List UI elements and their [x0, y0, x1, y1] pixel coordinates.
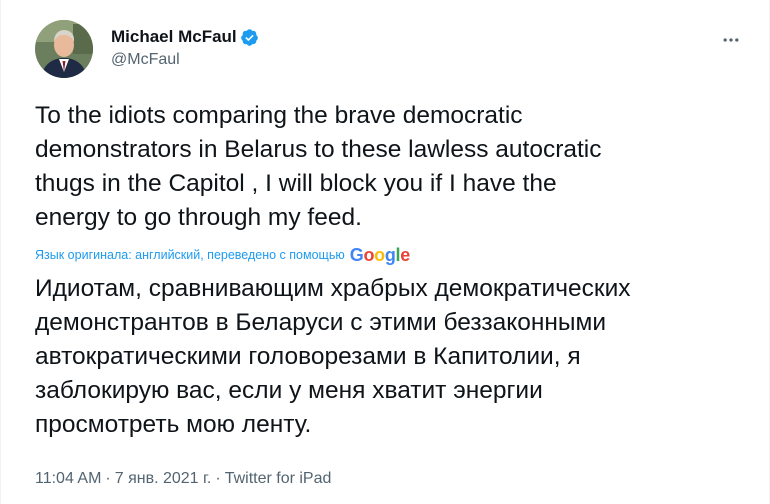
tweet-metadata: 11:04 AM · 7 янв. 2021 г. · Twitter for …	[35, 470, 331, 488]
display-name-row[interactable]: Michael McFaul	[111, 26, 259, 48]
tweet-text-original: To the idiots comparing the brave democr…	[35, 102, 602, 231]
author-names: Michael McFaul @McFaul	[111, 26, 259, 69]
tweet-time[interactable]: 11:04 AM	[35, 470, 101, 488]
translation-note[interactable]: Язык оригинала: английский, переведено с…	[35, 248, 345, 262]
google-logo-icon: Google	[349, 245, 411, 265]
more-options-icon[interactable]	[719, 28, 743, 52]
display-name[interactable]: Michael McFaul	[111, 27, 237, 47]
meta-separator: ·	[105, 470, 111, 487]
avatar[interactable]	[35, 20, 93, 78]
tweet-card: Michael McFaul @McFaul To the idiots com…	[0, 0, 770, 504]
tweet-header: Michael McFaul @McFaul	[35, 20, 749, 84]
tweet-text-translated: Идиотам, сравнивающим храбрых демократич…	[35, 275, 631, 438]
author-handle[interactable]: @McFaul	[111, 51, 259, 69]
meta-separator: ·	[215, 470, 221, 487]
tweet-date[interactable]: 7 янв. 2021 г.	[115, 470, 212, 488]
translation-attribution: Язык оригинала: английский, переведено с…	[35, 244, 410, 266]
tweet-source[interactable]: Twitter for iPad	[225, 470, 332, 488]
verified-badge-icon	[240, 28, 259, 47]
